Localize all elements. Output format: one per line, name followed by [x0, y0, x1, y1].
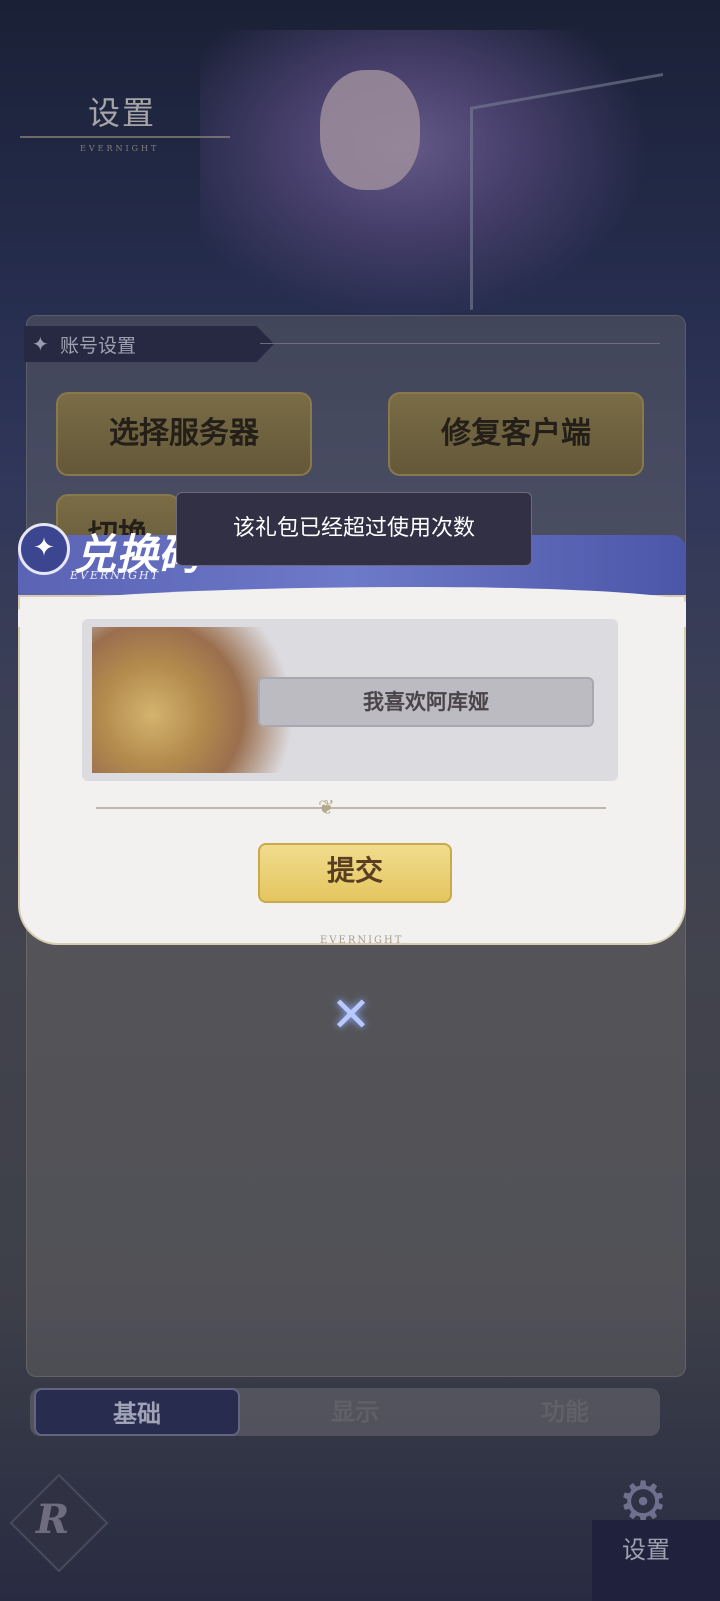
- close-x-icon[interactable]: ✕: [326, 990, 376, 1040]
- submit-button[interactable]: 提交: [258, 843, 452, 903]
- ornament-icon: ❦: [318, 795, 335, 819]
- redeem-code-input[interactable]: 我喜欢阿库娅: [258, 677, 594, 727]
- redeem-code-dialog: ✦ 兑换码 EVERNIGHT 我喜欢阿库娅 ❦ 提交 EVERNIGHT: [18, 523, 686, 955]
- toast-message: 该礼包已经超过使用次数: [176, 492, 532, 566]
- dialog-footer-brand: EVERNIGHT: [320, 935, 404, 946]
- dialog-divider: [96, 807, 606, 809]
- dialog-title-sub: EVERNIGHT: [70, 569, 160, 582]
- redeem-code-card: 我喜欢阿库娅: [82, 619, 618, 781]
- star-icon: ✦: [18, 523, 70, 575]
